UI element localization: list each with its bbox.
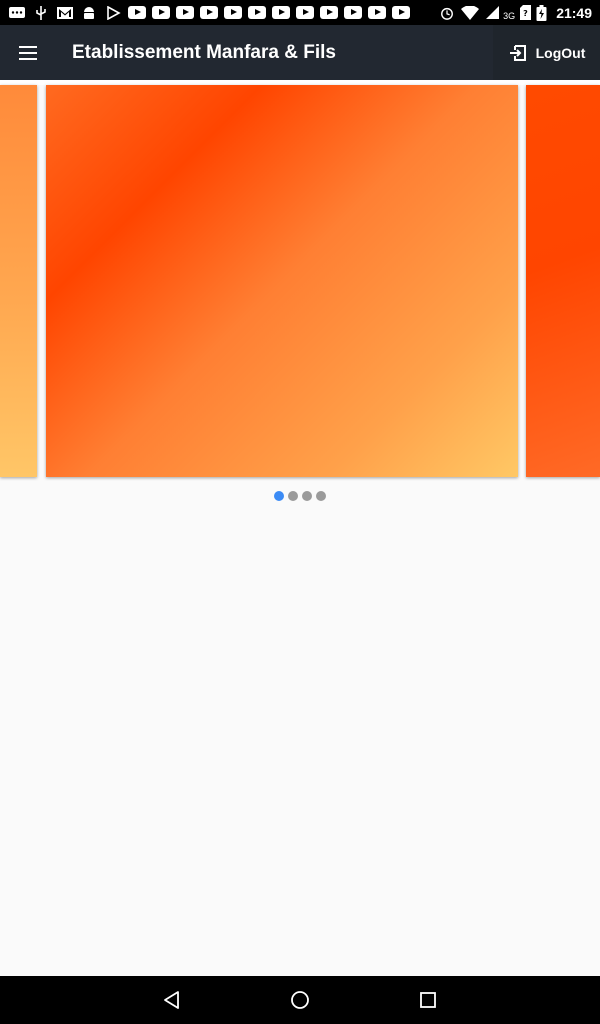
youtube-icon [296,6,314,19]
youtube-icon [224,6,242,19]
home-icon[interactable] [290,990,310,1010]
battery-icon [536,4,547,21]
carousel-dot[interactable] [288,491,298,501]
carousel-dot[interactable] [274,491,284,501]
wifi-icon [461,5,480,20]
notification-icons [8,4,410,21]
back-icon[interactable] [162,990,182,1010]
usb-icon [36,5,46,20]
carousel-pagination [274,491,326,501]
signal-icon [486,5,500,19]
youtube-icon [200,6,218,19]
hamburger-icon [19,46,37,48]
carousel-dot[interactable] [302,491,312,501]
alarm-icon [441,7,454,20]
logout-label: LogOut [535,44,586,61]
logout-button[interactable]: LogOut [493,25,600,80]
sim-icon: ? [520,5,532,20]
carousel-slide-current[interactable] [46,85,518,477]
youtube-icon [272,6,290,19]
carousel-slide-previous[interactable] [0,85,37,477]
android-icon [84,6,94,19]
message-icon [9,6,25,18]
svg-text:?: ? [523,9,528,18]
menu-button[interactable] [14,39,42,67]
youtube-icon [368,6,386,19]
play-store-icon [107,5,121,20]
page-title: Etablissement Manfara & Fils [72,42,336,63]
youtube-icon [176,6,194,19]
gmail-icon [57,6,73,19]
youtube-icon [128,6,146,19]
youtube-icon [344,6,362,19]
status-bar: 3G ? 21:49 [0,0,600,25]
youtube-icon [320,6,338,19]
youtube-icon [392,6,410,19]
carousel-slide-next[interactable] [526,85,600,477]
youtube-icon [152,6,170,19]
status-clock: 21:49 [556,4,592,21]
system-status-icons: 3G ? 21:49 [438,4,592,21]
system-nav-bar [0,976,600,1024]
app-bar: Etablissement Manfara & Fils LogOut [0,25,600,80]
youtube-icon [248,6,266,19]
network-type: 3G [503,10,516,21]
carousel-dot[interactable] [316,491,326,501]
recents-icon[interactable] [419,991,437,1009]
logout-icon [509,44,526,61]
